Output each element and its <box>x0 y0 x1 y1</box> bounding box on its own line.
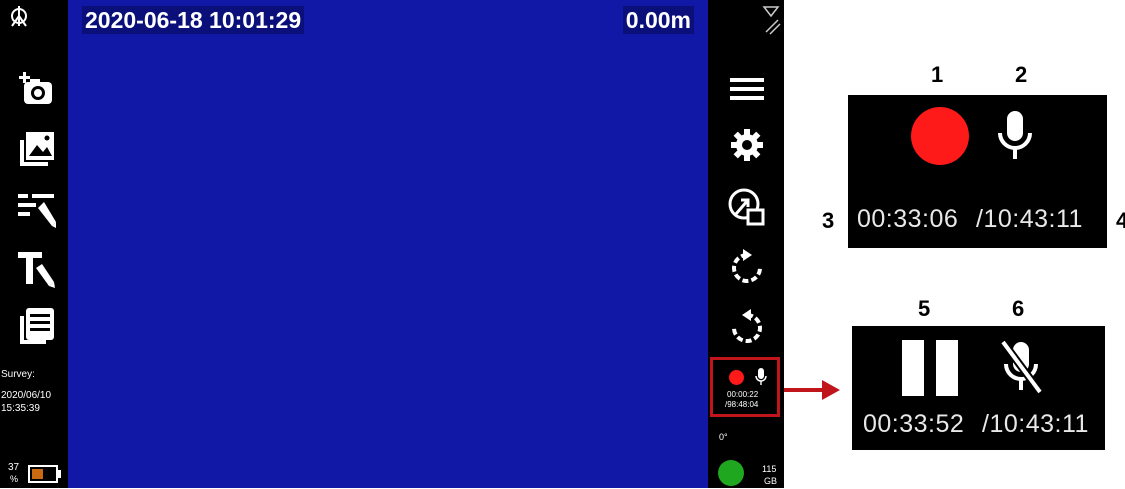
callout-total-time: /10:43:11 <box>976 205 1083 233</box>
datetime-overlay: 2020-06-18 10:01:29 <box>82 6 305 34</box>
menu-icon[interactable] <box>726 68 768 110</box>
text-tool-icon[interactable] <box>14 246 58 290</box>
recording-total: /98:48:04 <box>725 400 759 409</box>
callout-label-6: 6 <box>1012 296 1025 321</box>
battery-percent: 37 <box>8 462 20 473</box>
recording-widget[interactable]: 00:00:22 /98:48:04 <box>710 357 780 417</box>
distance-overlay: 0.00m <box>622 6 694 34</box>
recording-elapsed: 00:00:22 <box>727 390 759 399</box>
camera-view[interactable]: 2020-06-18 10:01:29 0.00m <box>68 0 708 488</box>
storage-indicator <box>718 460 744 486</box>
callout-arrow <box>784 370 844 410</box>
pause-icon[interactable] <box>900 338 960 398</box>
microphone-icon[interactable] <box>996 109 1034 163</box>
microphone-icon[interactable] <box>755 368 767 386</box>
angle-readout: 0° <box>719 432 728 442</box>
rotate-ccw-icon[interactable] <box>726 307 768 349</box>
callout-paused-panel: 00:33:52 /10:43:11 <box>852 326 1105 450</box>
overlay-icon[interactable] <box>726 186 768 228</box>
compass-icon <box>8 5 30 27</box>
survey-date: 2020/06/10 <box>1 390 52 401</box>
camera-add-icon[interactable] <box>14 66 58 110</box>
callout-label-1: 1 <box>931 62 944 87</box>
rotate-cw-icon[interactable] <box>726 247 768 289</box>
callout-label-5: 5 <box>918 296 931 321</box>
right-toolbar: 00:00:22 /98:48:04 0° 115 GB <box>708 0 784 488</box>
callout-label-4: 4 <box>1116 208 1125 233</box>
record-icon[interactable] <box>911 107 969 165</box>
storage-unit: GB <box>764 476 778 486</box>
callout-recording-panel: 00:33:06 /10:43:11 <box>848 95 1107 248</box>
callout-label-3: 3 <box>822 208 835 233</box>
no-signal-icon <box>762 4 782 36</box>
callout-label-2: 2 <box>1015 62 1028 87</box>
battery-unit: % <box>10 474 19 484</box>
text-edit-icon[interactable] <box>14 186 58 230</box>
callout-elapsed-time: 00:33:06 <box>857 205 959 233</box>
microphone-muted-icon[interactable] <box>999 339 1044 396</box>
record-icon[interactable] <box>729 370 744 385</box>
storage-value: 115 <box>762 464 777 474</box>
survey-label: Survey: <box>1 369 35 380</box>
callout-elapsed-time: 00:33:52 <box>863 410 965 438</box>
left-toolbar: Survey: 2020/06/10 15:35:39 37 % <box>0 0 68 488</box>
settings-icon[interactable] <box>726 124 768 166</box>
gallery-icon[interactable] <box>14 126 58 170</box>
battery-icon <box>28 464 62 484</box>
survey-time: 15:35:39 <box>1 403 40 414</box>
callout-total-time: /10:43:11 <box>982 410 1089 438</box>
report-icon[interactable] <box>14 304 58 348</box>
